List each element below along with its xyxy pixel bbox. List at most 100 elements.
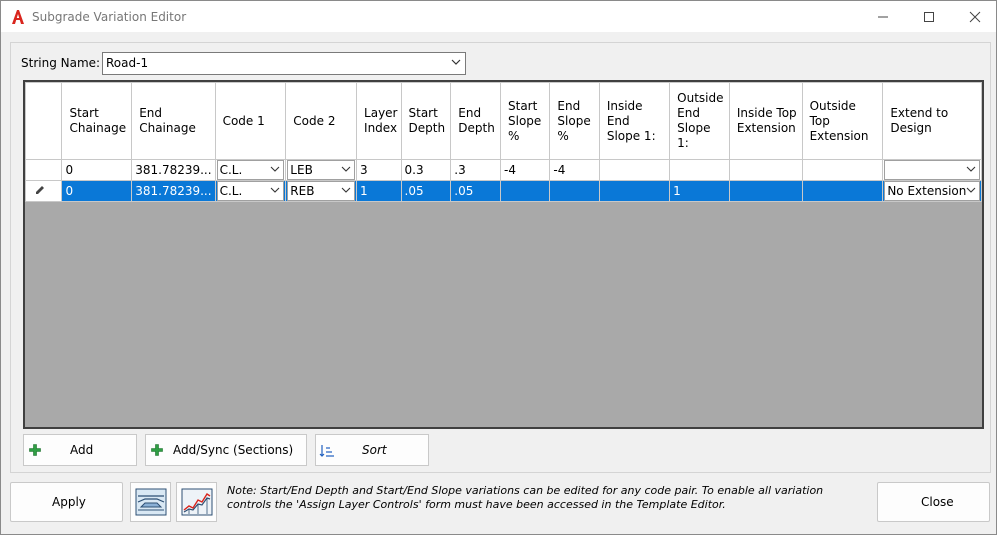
chevron-down-icon [966,166,976,172]
minimize-icon [878,16,888,18]
apply-button[interactable]: Apply [10,482,123,522]
road-section-icon [135,488,167,516]
long-section-chart-icon [181,488,213,516]
code2-value: LEB [290,163,313,177]
add-button[interactable]: Add [23,434,137,466]
layer-index-cell[interactable]: 3 [356,159,402,181]
chevron-down-icon [341,166,351,172]
plus-icon [151,444,163,456]
code2-dropdown[interactable]: LEB [287,160,356,180]
add-sync-sections-button[interactable]: Add/Sync (Sections) [145,434,307,466]
code1-dropdown[interactable]: C.L. [216,181,285,201]
extend-to-design-dropdown[interactable]: No Extension [884,181,980,201]
road-section-view-button[interactable] [130,482,171,522]
extend-to-design-value: No Extension [887,184,967,198]
subgrade-variation-editor-window: Subgrade Variation Editor String Name: R… [0,0,997,535]
title-bar[interactable]: Subgrade Variation Editor [1,1,996,32]
extend-to-design-dropdown[interactable] [884,160,980,180]
start-slope-cell[interactable]: -4 [499,159,551,181]
inside-top-extension-cell[interactable] [728,180,803,202]
maximize-icon [924,12,934,22]
code1-value: C.L. [219,184,243,198]
column-header[interactable]: Start Slope % [499,82,551,160]
string-name-label: String Name: [21,56,101,70]
column-header[interactable]: Code 2 [285,82,358,160]
long-section-view-button[interactable] [176,482,217,522]
chevron-down-icon [270,187,280,193]
column-header[interactable]: Layer Index [356,82,402,160]
string-name-dropdown[interactable]: Road-1 [102,52,466,75]
chevron-down-icon [341,187,351,193]
column-header[interactable]: Outside Top Extension [801,82,884,160]
chevron-down-icon [966,187,976,193]
app-logo-icon [12,10,24,24]
close-button-label: Close [921,495,954,509]
row-header[interactable] [25,180,63,202]
inside-end-slope-cell[interactable] [598,180,671,202]
column-header[interactable]: Inside End Slope 1: [598,82,671,160]
code1-cell[interactable]: C.L. [214,180,287,202]
inside-top-extension-cell[interactable] [728,159,803,181]
column-header[interactable]: Extend to Design [882,82,982,160]
end-depth-cell[interactable]: .3 [450,159,501,181]
column-header[interactable]: End Chainage [131,82,216,160]
code2-cell[interactable]: LEB [285,159,358,181]
window-title: Subgrade Variation Editor [32,10,187,24]
code1-cell[interactable]: C.L. [214,159,287,181]
plus-icon [29,444,41,456]
end-slope-cell[interactable] [549,180,600,202]
column-header[interactable]: Start Depth [400,82,452,160]
start-chainage-cell[interactable]: 0 [61,180,133,202]
inside-end-slope-cell[interactable] [598,159,671,181]
outside-top-extension-cell[interactable] [801,159,884,181]
edit-pencil-icon [36,186,44,194]
outside-top-extension-cell[interactable] [801,180,884,202]
code2-value: REB [290,184,315,198]
column-header[interactable]: Start Chainage [61,82,133,160]
editor-panel: String Name: Road-1 Start Chainage End C… [10,42,991,473]
end-slope-cell[interactable]: -4 [549,159,600,181]
end-chainage-cell[interactable]: 381.78239... [131,180,216,202]
extend-to-design-cell[interactable]: No Extension [882,180,982,202]
add-sync-button-label: Add/Sync (Sections) [173,443,294,457]
row-header-corner [25,82,63,160]
column-header[interactable]: Inside Top Extension [728,82,803,160]
maximize-button[interactable] [906,1,952,32]
end-chainage-cell[interactable]: 381.78239... [131,159,216,181]
minimize-button[interactable] [860,1,906,32]
start-slope-cell[interactable] [499,180,551,202]
table-row[interactable]: 0 381.78239... C.L. LEB 3 0.3 .3 -4 -4 [25,159,982,181]
code2-cell[interactable]: REB [285,180,358,202]
variation-grid[interactable]: Start Chainage End Chainage Code 1 Code … [23,80,984,429]
sort-button-label: Sort [362,443,387,457]
close-window-button[interactable] [952,1,997,32]
layer-index-cell[interactable]: 1 [356,180,402,202]
add-button-label: Add [70,443,94,457]
table-row[interactable]: 0 381.78239... C.L. REB 1 .05 .05 1 No E… [25,180,982,202]
sort-button[interactable]: Sort [315,434,429,466]
close-icon [969,11,981,23]
start-depth-cell[interactable]: 0.3 [400,159,452,181]
apply-button-label: Apply [52,495,86,509]
code1-dropdown[interactable]: C.L. [216,160,285,180]
code1-value: C.L. [219,163,243,177]
start-depth-cell[interactable]: .05 [400,180,452,202]
end-depth-cell[interactable]: .05 [450,180,501,202]
column-header[interactable]: Code 1 [214,82,287,160]
outside-end-slope-cell[interactable]: 1 [669,180,730,202]
grid-header-row: Start Chainage End Chainage Code 1 Code … [25,82,982,160]
start-chainage-cell[interactable]: 0 [61,159,133,181]
column-header[interactable]: Outside End Slope 1: [669,82,730,160]
string-name-value: Road-1 [106,56,149,70]
note-text: Note: Start/End Depth and Start/End Slop… [227,484,824,511]
outside-end-slope-cell[interactable] [669,159,730,181]
chevron-down-icon [451,59,461,65]
extend-to-design-cell[interactable] [882,159,982,181]
close-button[interactable]: Close [877,482,990,522]
code2-dropdown[interactable]: REB [287,181,356,201]
chevron-down-icon [270,166,280,172]
sort-icon [319,445,334,457]
column-header[interactable]: End Slope % [549,82,600,160]
row-header[interactable] [25,159,63,181]
column-header[interactable]: End Depth [450,82,501,160]
